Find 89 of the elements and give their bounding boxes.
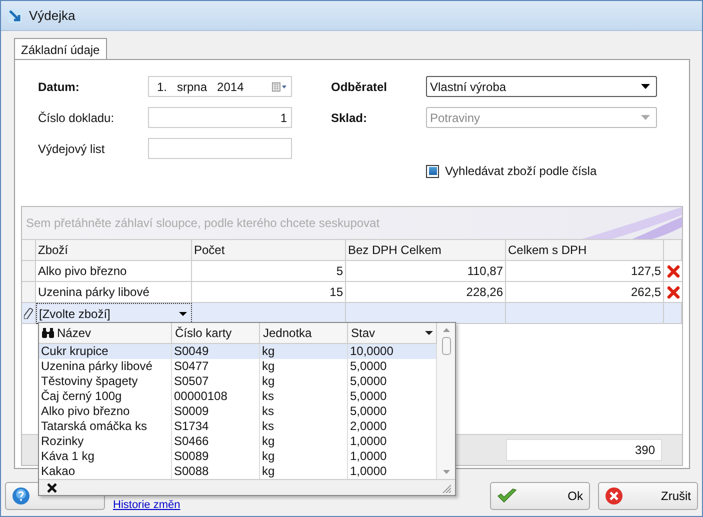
table-cell: Alko pivo březno [36,261,192,282]
caret-icon [425,331,433,335]
table-cell: 15 [192,282,346,303]
history-link[interactable]: Historie změn [113,498,180,510]
field-label: Sklad: [331,110,368,124]
list-cell[interactable]: kg [260,359,348,374]
column-header: Číslo karty [175,326,232,340]
arrow-icon [7,8,23,24]
tab[interactable]: Základní údaje [14,38,107,59]
column-header: Jednotka [263,326,312,340]
column-header: Celkem s DPH [506,240,664,261]
date-field[interactable]: 1. srpna 2014 [148,76,292,97]
table-cell: 5 [192,261,346,282]
column-header: Počet [192,240,346,261]
close-icon[interactable] [47,482,57,492]
cancel-icon [605,487,623,505]
caret-icon [641,84,650,89]
list-cell[interactable]: 5,0000 [348,359,437,374]
resize-grip-icon [441,482,451,492]
list-cell[interactable]: ks [260,389,348,404]
list-cell[interactable]: Čaj černý 100g [39,389,172,404]
window-title: Výdejka [29,8,76,23]
table-cell: 127,5 [506,261,664,282]
list-cell[interactable]: 1,0000 [348,449,437,464]
list-cell[interactable]: 5,0000 [348,404,437,419]
list-cell[interactable]: Uzenina párky libové [39,359,172,374]
group-hint: Sem přetáhněte záhlaví sloupce, podle kterého chcete seskupovat [26,216,380,230]
list-cell[interactable]: kg [260,374,348,389]
list-cell[interactable]: 2,0000 [348,419,437,434]
field-label: Výdejový list [38,142,106,156]
column-header: Název [57,326,92,340]
column-header: Stav [351,326,376,340]
help-icon [12,487,30,505]
table-cell: 228,26 [346,282,506,303]
table-cell: Uzenina párky libové [36,282,192,303]
table-cell: 262,5 [506,282,664,303]
input-field[interactable]: 1 [148,107,292,128]
dropdown[interactable]: Vlastní výroba [426,76,657,97]
list-cell[interactable]: kg [260,434,348,449]
list-cell[interactable]: Tatarská omáčka ks [39,419,172,434]
binoculars-icon [42,328,54,338]
list-cell[interactable]: kg [260,344,348,359]
scroll-up-icon [442,328,450,332]
cancel-button[interactable]: Zrušit [598,482,698,510]
list-cell[interactable]: S1734 [172,419,260,434]
checkbox[interactable] [426,164,439,178]
list-cell[interactable]: S0477 [172,359,260,374]
list-cell[interactable]: Alko pivo březno [39,404,172,419]
delete-icon[interactable] [666,264,680,278]
column-header: Zboží [36,240,192,261]
list-cell[interactable]: S0009 [172,404,260,419]
scrollbar-thumb[interactable] [442,337,450,355]
table-cell: 110,87 [346,261,506,282]
list-cell[interactable]: 1,0000 [348,434,437,449]
pencil-icon [24,308,33,318]
ok-button[interactable]: Ok [490,482,590,510]
row-selector [22,261,36,282]
caret-icon [641,115,650,120]
input-field[interactable] [148,138,292,159]
list-cell[interactable]: 00000108 [172,389,260,404]
list-cell[interactable]: S0466 [172,434,260,449]
list-cell[interactable]: kg [260,449,348,464]
list-cell[interactable]: S0049 [172,344,260,359]
checkmark-icon [497,488,517,504]
calendar-icon [272,80,287,92]
list-cell[interactable]: Káva 1 kg [39,449,172,464]
list-cell[interactable]: S0507 [172,374,260,389]
field-label: Datum: [38,80,80,94]
scrollbar[interactable] [437,323,455,479]
list-cell[interactable]: 5,0000 [348,389,437,404]
field-label: Číslo dokladu: [38,110,116,124]
list-cell[interactable]: ks [260,404,348,419]
date-day: 1. [157,80,168,94]
field-label: Odběratel [331,80,388,94]
date-year: 2014 [217,80,244,94]
total-field: 390 [506,439,662,461]
list-cell[interactable]: Rozinky [39,434,172,449]
delete-icon[interactable] [666,286,680,298]
item-picker[interactable]: [Zvolte zboží] [36,303,192,324]
list-cell[interactable]: 10,0000 [348,344,437,359]
caret-icon [179,312,187,316]
list-cell[interactable]: Těstoviny špagety [39,374,172,389]
checkbox-label: Vyhledávat zboží podle čísla [445,164,597,178]
list-cell[interactable]: S0089 [172,449,260,464]
date-month: srpna [177,80,208,94]
list-cell[interactable]: 5,0000 [348,374,437,389]
list-cell[interactable]: Cukr krupice [39,344,172,359]
column-header: Bez DPH Celkem [346,240,506,261]
list-cell[interactable]: ks [260,419,348,434]
